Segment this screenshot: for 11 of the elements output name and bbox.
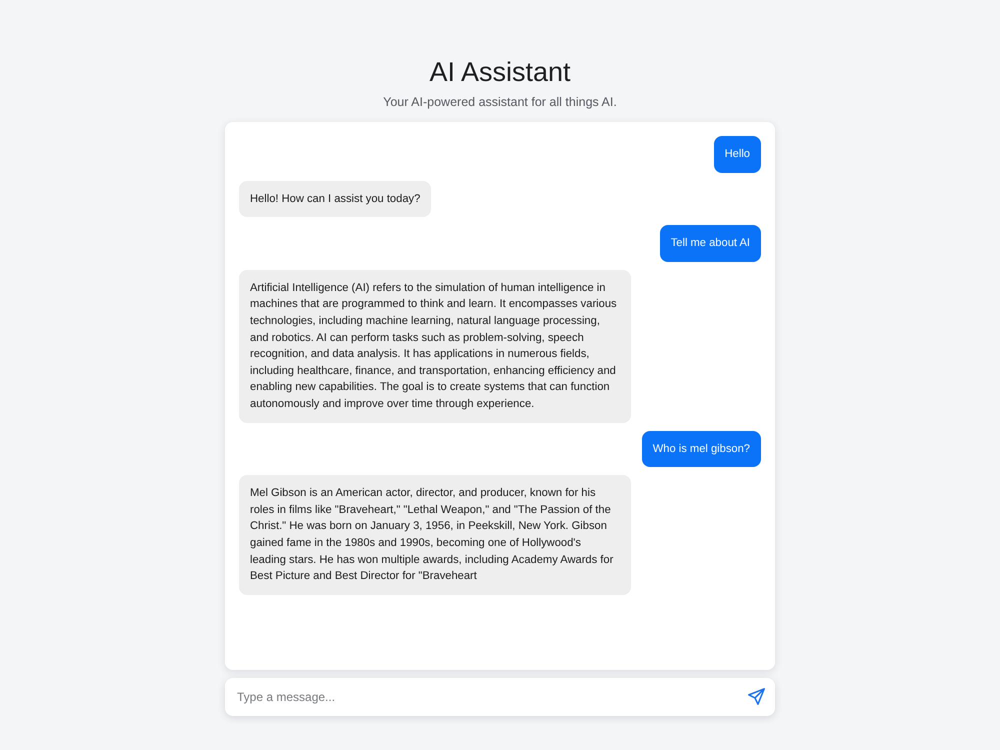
app-title: AI Assistant xyxy=(429,56,571,89)
message-input[interactable]: Type a message... xyxy=(225,678,775,716)
user-message: Tell me about AI xyxy=(660,225,761,262)
assistant-message: Artificial Intelligence (AI) refers to the simulation of human intelligence in machines that are programmed to think and learn. It encompasses various technologies, including machine learning, natural language processing, and robotics. AI can perform tasks such as problem-solving, speech recognition, and data analysis. It has applications in numerous fields, including healthcare, finance, and transportation, enhancing efficiency and enabling new capabilities. The goal is to create systems that can function autonomously and improve over time through experience. xyxy=(239,270,630,423)
app-subtitle: Your AI-powered assistant for all things AI. xyxy=(383,94,617,110)
send-button[interactable] xyxy=(748,688,765,705)
send-icon xyxy=(748,688,765,705)
user-message: Hello xyxy=(714,136,761,173)
user-message: Who is mel gibson? xyxy=(642,430,761,468)
assistant-message: Hello! How can I assist you today? xyxy=(239,180,432,218)
assistant-message: Mel Gibson is an American actor, director, and producer, known for his roles in films like "Braveheart," "Lethal Weapon," and "The Passion of the Christ." He was born on January 3, 1956, in Peekskill, New York. Gibson gained fame in the 1980s and 1990s, becoming one of Hollywood's leading stars. He has won multiple awards, including Academy Awards for Best Picture and Best Director for "Braveheart xyxy=(239,475,630,595)
